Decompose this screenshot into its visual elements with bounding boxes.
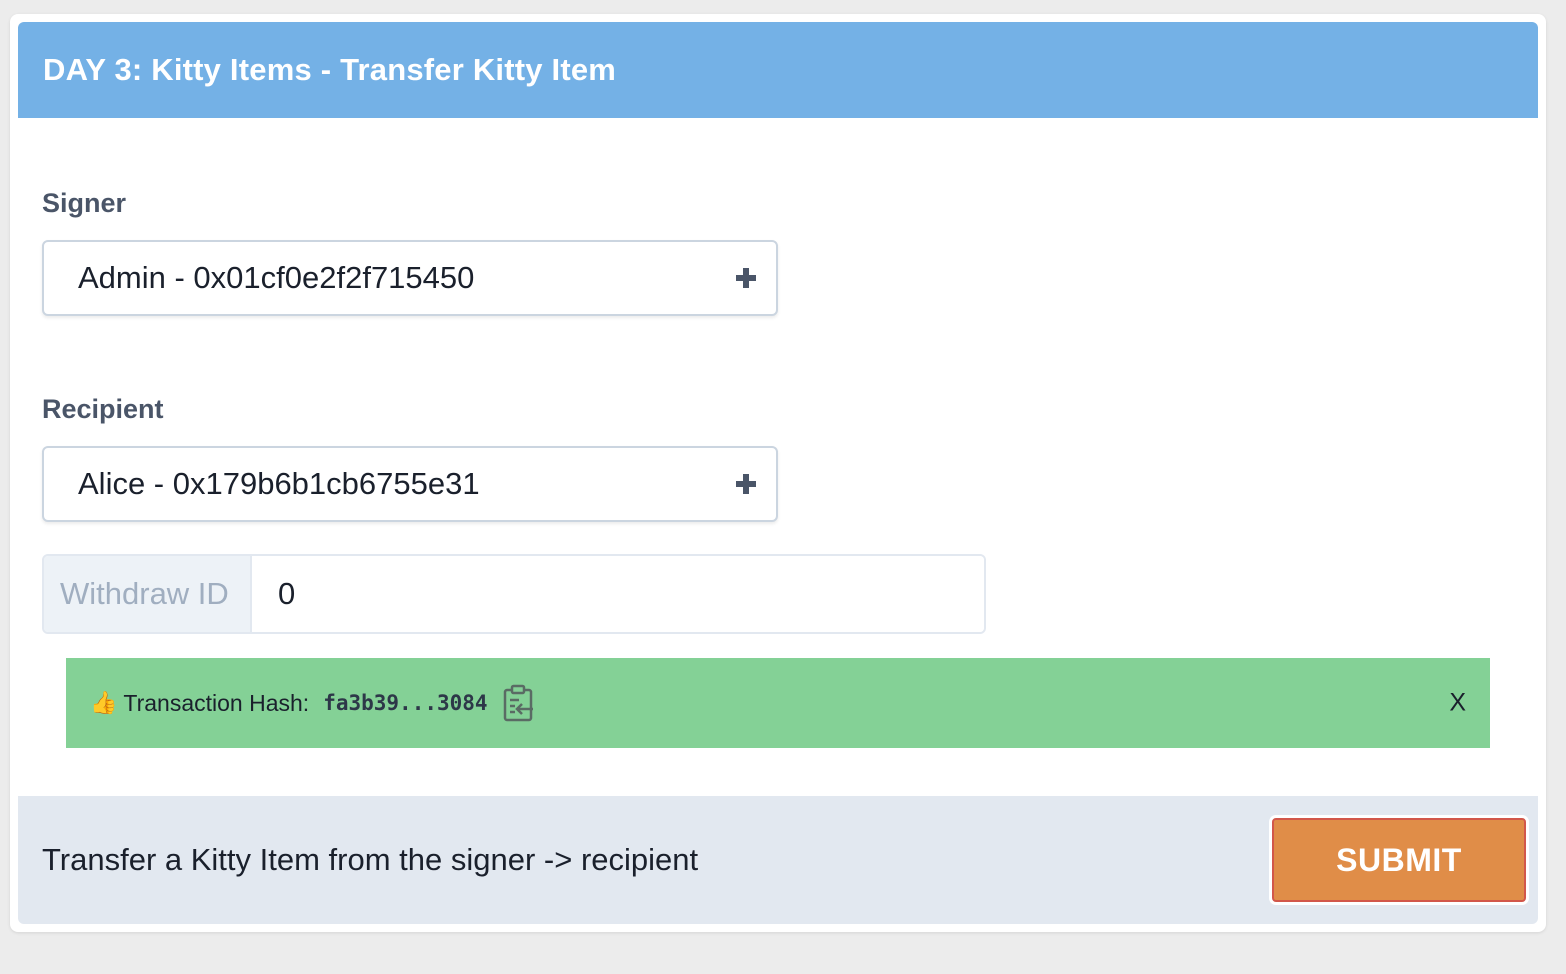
transaction-alert: 👍 Transaction Hash: fa3b39...3084 X [66, 658, 1490, 748]
submit-button[interactable]: SUBMIT [1272, 818, 1526, 902]
close-alert-button[interactable]: X [1449, 689, 1466, 718]
transaction-hash-label: Transaction Hash: [123, 689, 310, 716]
card-footer: Transfer a Kitty Item from the signer ->… [18, 796, 1538, 924]
signer-value: Admin - 0x01cf0e2f2f715450 [78, 260, 475, 295]
card-title: DAY 3: Kitty Items - Transfer Kitty Item [43, 52, 617, 87]
recipient-label: Recipient [42, 394, 164, 424]
plus-icon [736, 474, 756, 494]
transaction-card: DAY 3: Kitty Items - Transfer Kitty Item… [10, 14, 1546, 932]
withdraw-id-input[interactable] [252, 556, 984, 632]
recipient-value: Alice - 0x179b6b1cb6755e31 [78, 466, 480, 501]
footer-description: Transfer a Kitty Item from the signer ->… [42, 842, 699, 877]
transaction-hash-value: fa3b39...3084 [323, 691, 488, 715]
card-header: DAY 3: Kitty Items - Transfer Kitty Item [18, 22, 1538, 118]
withdraw-id-label: Withdraw ID [44, 556, 252, 632]
withdraw-id-group: Withdraw ID [42, 554, 986, 634]
signer-label: Signer [42, 188, 127, 218]
recipient-select[interactable]: Alice - 0x179b6b1cb6755e31 [42, 446, 778, 522]
signer-select[interactable]: Admin - 0x01cf0e2f2f715450 [42, 240, 778, 316]
plus-icon [736, 268, 756, 288]
thumbs-up-icon: 👍 [90, 690, 118, 715]
clipboard-icon[interactable] [502, 684, 536, 722]
